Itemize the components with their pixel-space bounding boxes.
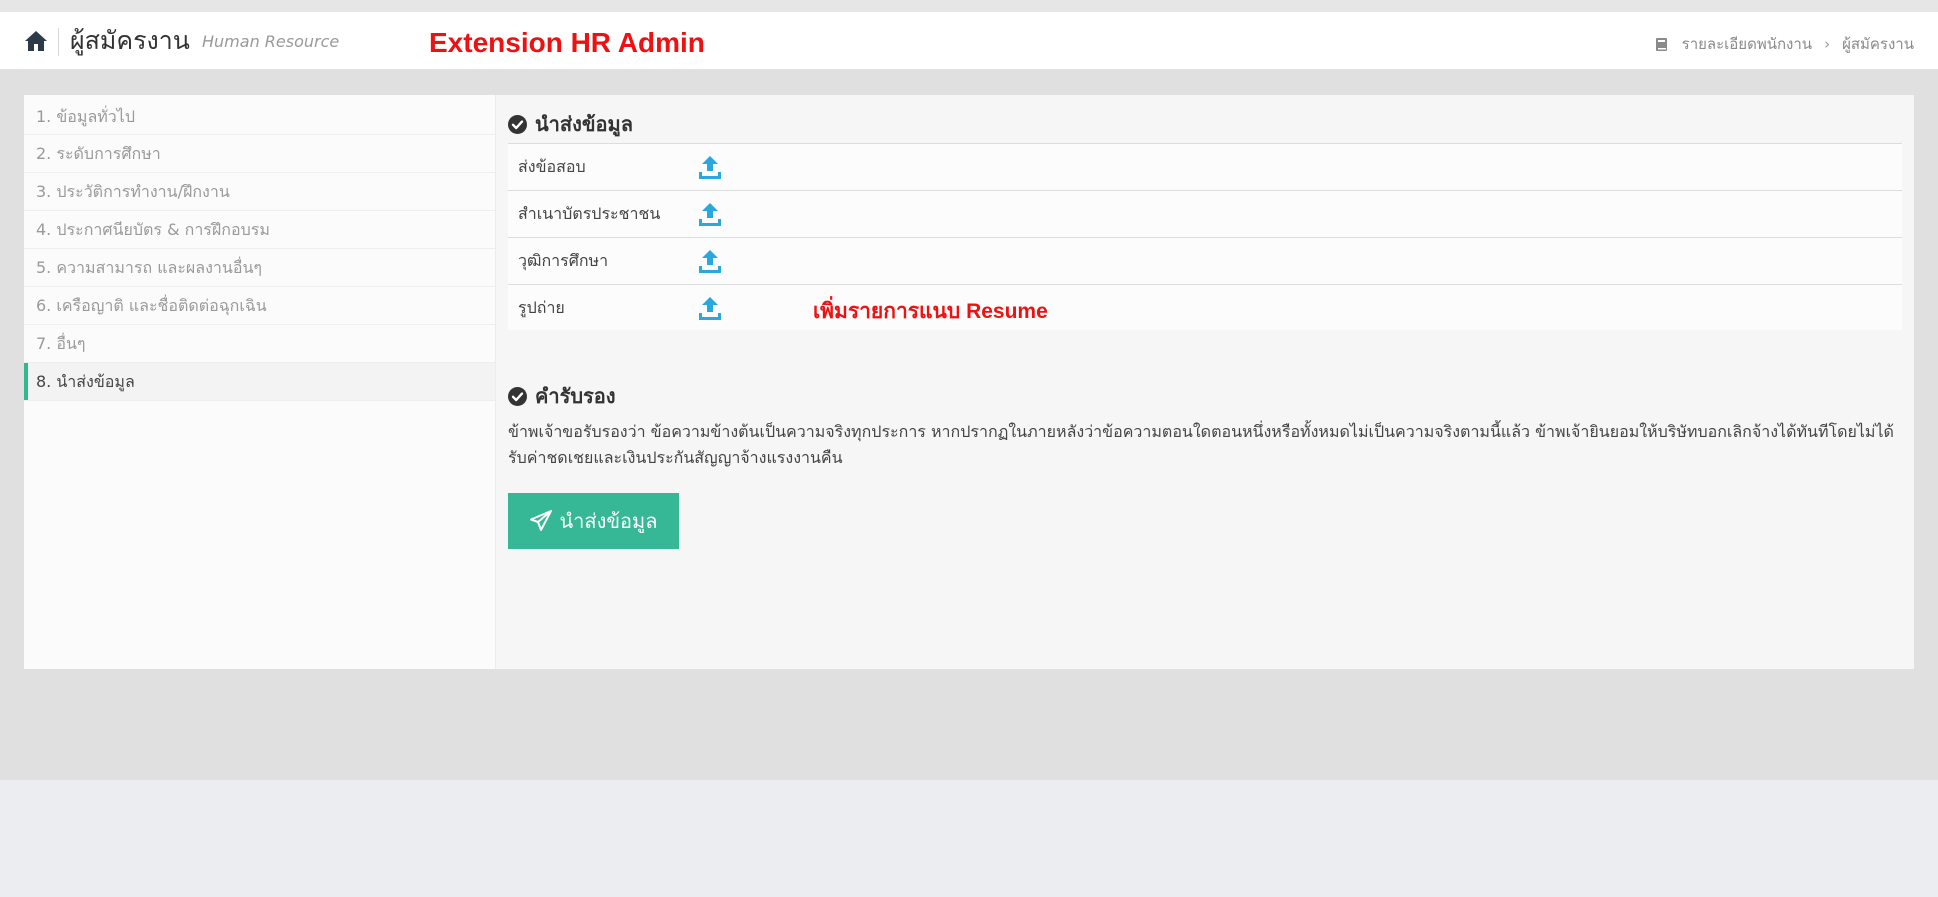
upload-row-exam: ส่งข้อสอบ <box>508 144 1902 191</box>
submit-button-label: นำส่งข้อมูล <box>559 509 658 533</box>
breadcrumb-item-employee-details[interactable]: รายละเอียดพนักงาน <box>1682 32 1812 56</box>
upload-icon[interactable] <box>698 296 722 321</box>
page-title: ผู้สมัครงาน <box>70 26 190 55</box>
breadcrumb-item-applicant: ผู้สมัครงาน <box>1842 35 1914 53</box>
paper-plane-icon <box>529 510 552 531</box>
upload-section-title: นำส่งข้อมูล <box>535 112 633 136</box>
upload-section-header: นำส่งข้อมูล <box>508 108 633 140</box>
sidebar-item-certificates[interactable]: 4. ประกาศนียบัตร & การฝึกอบรม <box>24 211 495 249</box>
submit-button[interactable]: นำส่งข้อมูล <box>508 493 679 549</box>
header-divider <box>58 28 59 56</box>
home-icon[interactable] <box>24 30 48 52</box>
sidebar-item-general-info[interactable]: 1. ข้อมูลทั่วไป <box>24 95 495 135</box>
upload-icon[interactable] <box>698 249 722 274</box>
top-strip <box>0 0 1938 12</box>
sidebar-item-submit[interactable]: 8. นำส่งข้อมูล <box>24 363 495 401</box>
submit-content: นำส่งข้อมูล ส่งข้อสอบ สำเนาบัตรประชาชน ว… <box>508 95 1902 669</box>
resume-note: เพิ่มรายการแนบ Resume <box>813 300 1048 323</box>
upload-icon[interactable] <box>698 202 722 227</box>
step-sidebar: 1. ข้อมูลทั่วไป 2. ระดับการศึกษา 3. ประว… <box>24 95 496 669</box>
sidebar-item-relatives-emergency[interactable]: 6. เครือญาติ และชื่อติดต่อฉุกเฉิน <box>24 287 495 325</box>
upload-label-exam: ส่งข้อสอบ <box>518 157 586 176</box>
sidebar-item-others[interactable]: 7. อื่นๆ <box>24 325 495 363</box>
application-card: 1. ข้อมูลทั่วไป 2. ระดับการศึกษา 3. ประว… <box>24 95 1914 669</box>
upload-label-id-card: สำเนาบัตรประชาชน <box>518 204 661 223</box>
breadcrumb: รายละเอียดพนักงาน › ผู้สมัครงาน <box>1655 32 1914 56</box>
upload-table: ส่งข้อสอบ สำเนาบัตรประชาชน วุฒิการศึกษา <box>508 143 1902 330</box>
extension-title: Extension HR Admin <box>429 27 705 58</box>
breadcrumb-separator: › <box>1824 35 1831 53</box>
certification-header: คำรับรอง <box>508 380 616 412</box>
page-header: ผู้สมัครงาน Human Resource Extension HR … <box>0 12 1938 70</box>
upload-label-education: วุฒิการศึกษา <box>518 251 609 270</box>
sidebar-item-skills[interactable]: 5. ความสามารถ และผลงานอื่นๆ <box>24 249 495 287</box>
upload-label-photo: รูปถ่าย <box>518 298 565 317</box>
page-subtitle: Human Resource <box>202 32 340 51</box>
certification-title: คำรับรอง <box>535 384 616 408</box>
upload-icon[interactable] <box>698 155 722 180</box>
upload-row-photo: รูปถ่าย <box>508 285 1902 330</box>
upload-row-id-card: สำเนาบัตรประชาชน <box>508 191 1902 238</box>
book-icon <box>1655 37 1667 51</box>
sidebar-item-work-history[interactable]: 3. ประวัติการทำงาน/ฝึกงาน <box>24 173 495 211</box>
sidebar-item-education[interactable]: 2. ระดับการศึกษา <box>24 135 495 173</box>
certification-text: ข้าพเจ้าขอรับรองว่า ข้อความข้างต้นเป็นคว… <box>508 422 1894 467</box>
check-circle-icon <box>508 386 527 406</box>
check-circle-icon <box>508 114 527 134</box>
upload-row-education: วุฒิการศึกษา <box>508 238 1902 285</box>
